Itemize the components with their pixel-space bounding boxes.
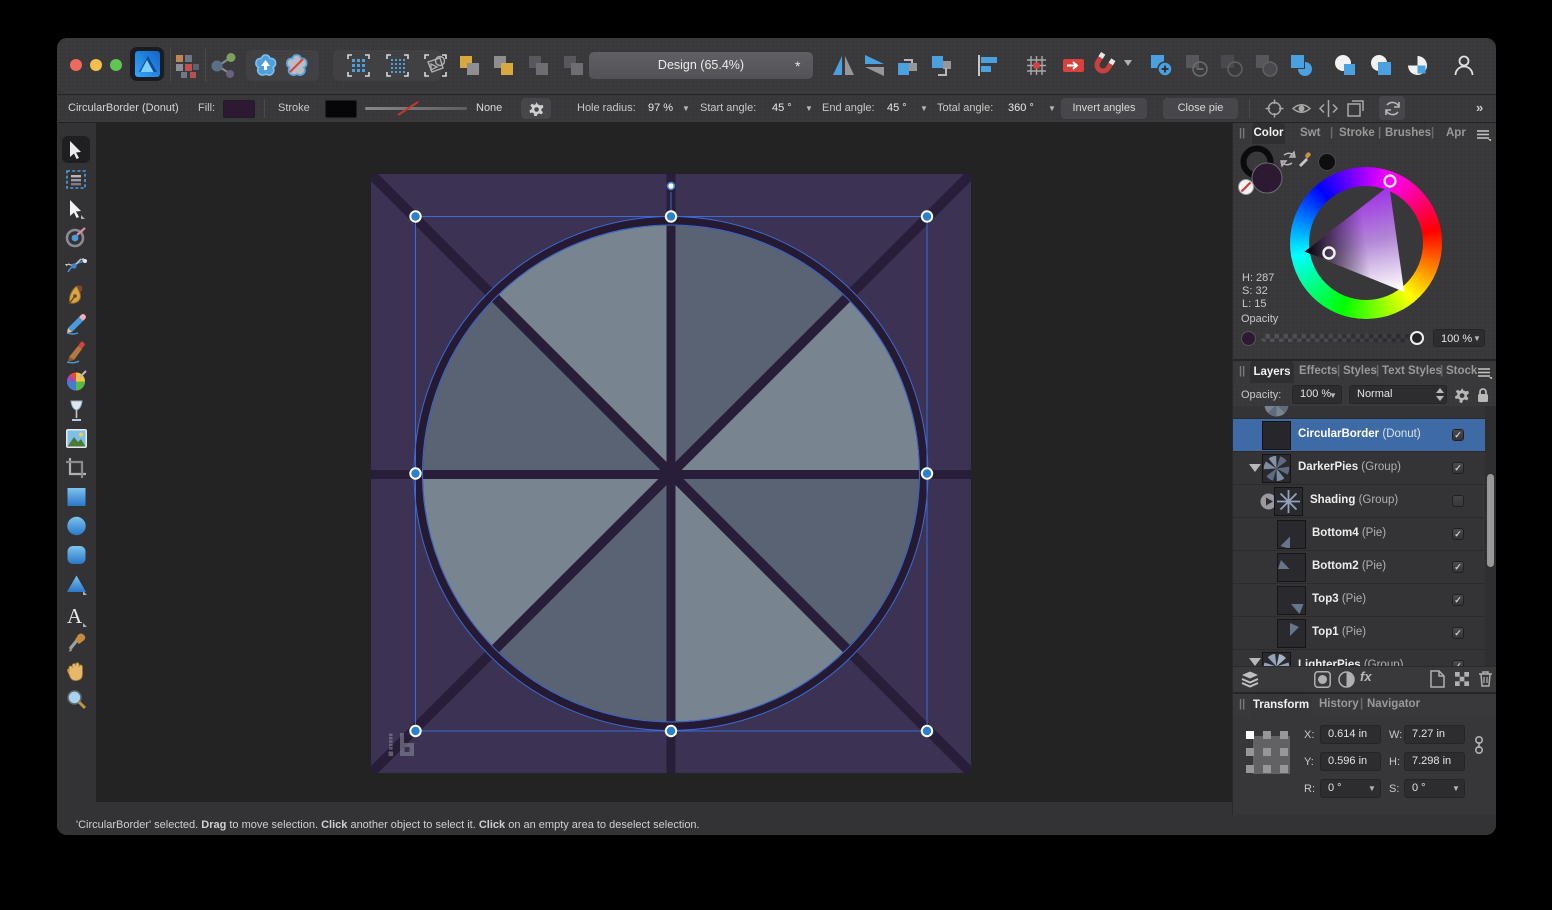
svg-text:A: A bbox=[67, 605, 83, 628]
